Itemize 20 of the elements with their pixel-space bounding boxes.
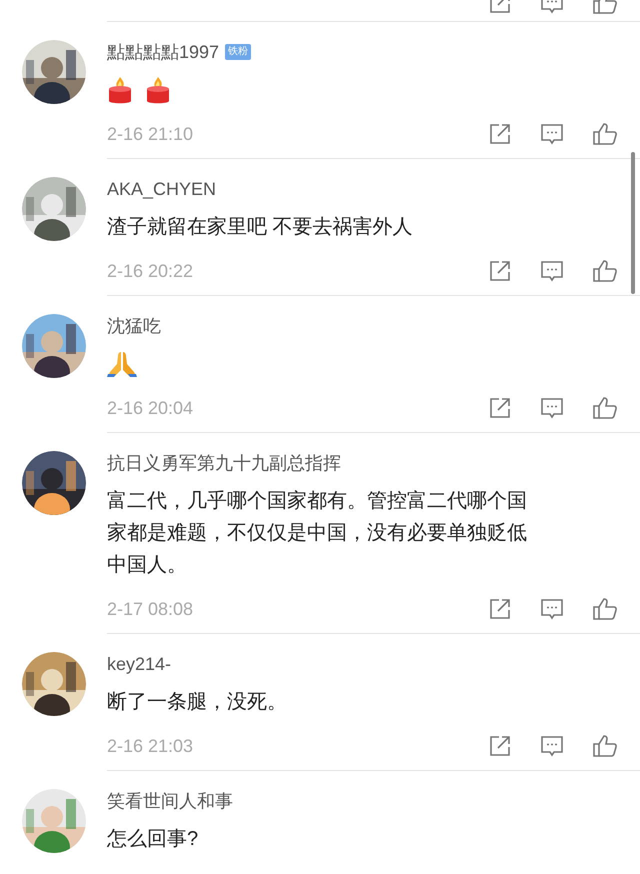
- username[interactable]: 抗日义勇军第九十九副总指挥: [107, 451, 341, 475]
- timestamp: 2-17 08:08: [107, 598, 194, 620]
- scrollbar[interactable]: [631, 152, 635, 294]
- username[interactable]: key214-: [107, 652, 172, 676]
- timestamp: 2-16 20:22: [107, 260, 194, 282]
- username[interactable]: 笑看世间人和事: [107, 789, 233, 813]
- username[interactable]: 沈猛吃: [107, 314, 161, 338]
- comment-text: 富二代，几乎哪个国家都有。管控富二代哪个国 家都是难题，不仅仅是中国，没有必要单独贬低 中国人。: [107, 489, 528, 578]
- timestamp: 2-16 21:10: [107, 122, 194, 146]
- fan-badge: 铁粉: [225, 44, 252, 60]
- timestamp: 2-16 21:03: [107, 734, 194, 758]
- candle-icon: [107, 75, 133, 105]
- praying-hands-icon: [107, 350, 137, 378]
- username[interactable]: AKA_CHYEN: [107, 177, 216, 201]
- timestamp: 2-16 20:04: [107, 396, 194, 420]
- candle-icon: [145, 75, 171, 105]
- comment-text: 渣子就留在家里吧 不要去祸害外人: [107, 215, 414, 240]
- username[interactable]: 點點點點1997: [107, 40, 220, 64]
- comment-text: 怎么回事?: [107, 827, 200, 852]
- comment-text: 断了一条腿，没死。: [107, 690, 288, 715]
